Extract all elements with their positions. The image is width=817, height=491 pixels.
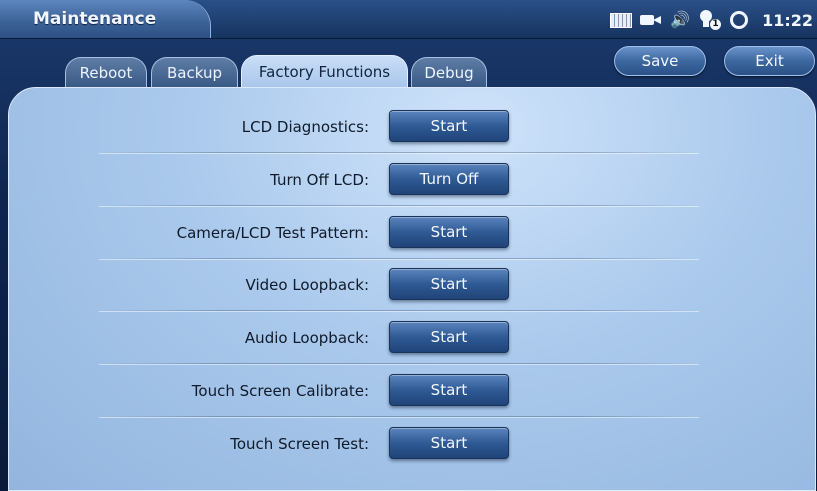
- row-lcd-diagnostics: LCD Diagnostics: Start: [99, 101, 709, 153]
- camera-lcd-test-pattern-start-button[interactable]: Start: [389, 216, 509, 248]
- factory-functions-panel: LCD Diagnostics: Start Turn Off LCD: Tur…: [8, 87, 816, 491]
- audio-loopback-start-button[interactable]: Start: [389, 321, 509, 353]
- camera-icon: [640, 13, 662, 27]
- page-title: Maintenance: [33, 9, 157, 29]
- row-label: Video Loopback:: [245, 276, 369, 294]
- tab-debug[interactable]: Debug: [411, 57, 487, 87]
- row-label: Touch Screen Calibrate:: [191, 382, 369, 400]
- speaker-icon[interactable]: 🔊: [670, 12, 692, 28]
- row-divider: [99, 363, 699, 364]
- row-video-loopback: Video Loopback: Start: [99, 259, 709, 311]
- sync-icon: [730, 11, 749, 29]
- row-divider: [99, 205, 699, 206]
- tab-factory-functions[interactable]: Factory Functions: [241, 55, 408, 89]
- save-button[interactable]: Save: [614, 46, 706, 76]
- row-label: Audio Loopback:: [244, 329, 369, 347]
- touch-screen-test-start-button[interactable]: Start: [389, 427, 509, 459]
- row-label: Touch Screen Test:: [230, 435, 369, 453]
- row-divider: [99, 310, 699, 311]
- tab-reboot[interactable]: Reboot: [65, 57, 147, 87]
- row-label: Camera/LCD Test Pattern:: [176, 224, 369, 242]
- top-bar: Maintenance 🔊 1 11:22: [0, 0, 817, 39]
- touch-screen-calibrate-start-button[interactable]: Start: [389, 374, 509, 406]
- video-loopback-start-button[interactable]: Start: [389, 268, 509, 300]
- tab-backup[interactable]: Backup: [151, 57, 238, 87]
- bulb-badge: 1: [710, 19, 722, 30]
- row-divider: [99, 152, 699, 153]
- keyboard-icon[interactable]: [610, 12, 633, 28]
- bulb-icon: 1: [700, 10, 722, 30]
- row-label: LCD Diagnostics:: [241, 118, 369, 136]
- row-turn-off-lcd: Turn Off LCD: Turn Off: [99, 154, 709, 206]
- row-touch-screen-calibrate: Touch Screen Calibrate: Start: [99, 365, 709, 417]
- maintenance-screen: Maintenance 🔊 1 11:22 Reboot Backup Fact…: [0, 0, 817, 491]
- row-camera-lcd-test-pattern: Camera/LCD Test Pattern: Start: [99, 207, 709, 259]
- row-label: Turn Off LCD:: [270, 171, 369, 189]
- clock: 11:22: [762, 10, 813, 30]
- row-divider: [99, 416, 699, 417]
- lcd-diagnostics-start-button[interactable]: Start: [389, 110, 509, 142]
- title-tab: Maintenance: [0, 0, 211, 38]
- status-area: 🔊 1 11:22: [610, 8, 817, 32]
- row-touch-screen-test: Touch Screen Test: Start: [99, 418, 709, 470]
- row-audio-loopback: Audio Loopback: Start: [99, 312, 709, 364]
- turn-off-lcd-button[interactable]: Turn Off: [389, 163, 509, 195]
- exit-button[interactable]: Exit: [724, 46, 815, 76]
